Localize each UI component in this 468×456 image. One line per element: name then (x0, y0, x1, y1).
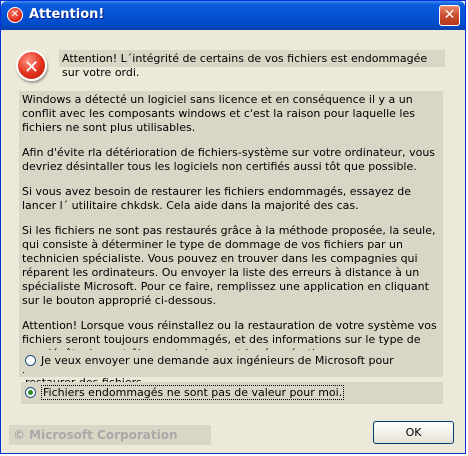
error-title-icon: ✕ (7, 7, 23, 23)
message-paragraph: Si les fichiers ne sont pas restaurés gr… (22, 224, 436, 307)
radio-button-selected[interactable] (25, 386, 36, 398)
dialog-content: ✕ Attention! L´intégrité de certains de … (1, 30, 465, 453)
message-paragraph: Windows a détecté un logiciel sans licen… (22, 93, 415, 134)
ok-button[interactable]: OK (373, 421, 454, 444)
close-button[interactable]: ✕ (439, 5, 460, 26)
error-icon: ✕ (16, 50, 47, 81)
option-send-request[interactable]: Je veux envoyer une demande aux ingénieu… (21, 350, 443, 389)
option-files-not-valuable[interactable]: Fichiers endommagés ne sont pas de valeu… (21, 382, 443, 404)
copyright-text: © Microsoft Corporation (9, 425, 211, 445)
headline-text: Attention! L´intégrité de certains de vo… (59, 50, 445, 79)
title-bar[interactable]: ✕ Attention! ✕ (1, 1, 465, 30)
radio-button[interactable] (25, 354, 36, 366)
message-paragraph: Si vous avez besoin de restaurer les fic… (22, 185, 412, 212)
dialog-window: ✕ Attention! ✕ ✕ Attention! L´intégrité … (0, 0, 466, 454)
window-title: Attention! (29, 7, 105, 22)
option-label: Fichiers endommagés ne sont pas de valeu… (41, 385, 345, 400)
message-body: Windows a détecté un logiciel sans licen… (19, 91, 443, 377)
message-paragraph: Afin d'évite rla détérioration de fichie… (22, 146, 436, 173)
